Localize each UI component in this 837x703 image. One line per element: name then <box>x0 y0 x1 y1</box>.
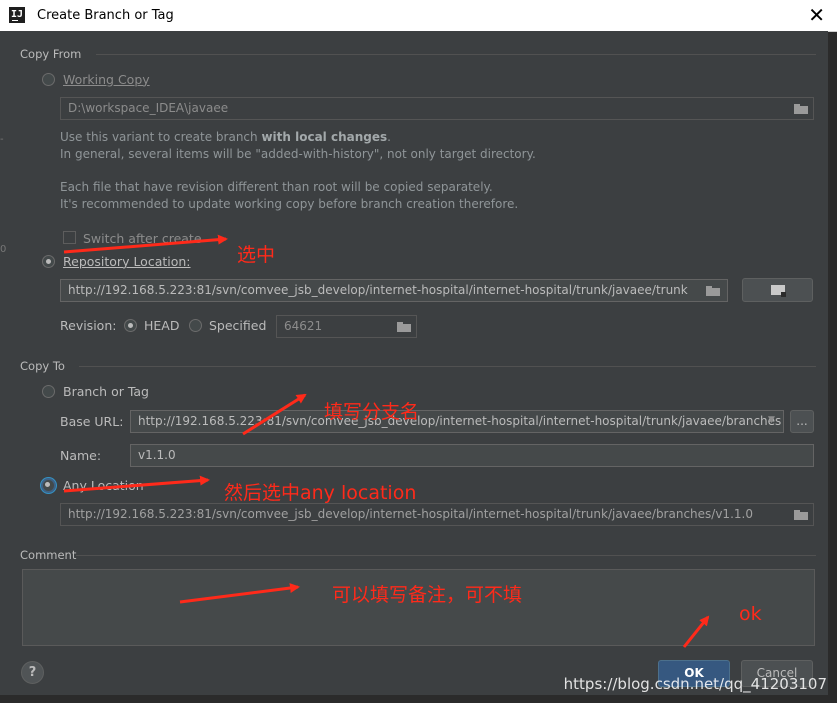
desc-text: . <box>387 130 391 144</box>
any-location-label: Any Location <box>63 478 144 493</box>
revision-specified-radio[interactable] <box>189 319 202 332</box>
desc-text: Use this variant to create branch <box>60 130 262 144</box>
base-url-combobox[interactable]: http://192.168.5.223:81/svn/comvee_jsb_d… <box>130 410 784 433</box>
csdn-watermark: https://blog.csdn.net/qq_41203107 <box>563 675 827 693</box>
switch-after-create-checkbox[interactable] <box>63 231 76 244</box>
any-location-radio[interactable] <box>41 478 56 493</box>
browse-repository-button[interactable] <box>742 278 813 302</box>
revision-head-label: HEAD <box>144 318 180 333</box>
copy-from-section-title: Copy From <box>20 47 82 61</box>
repository-browser-icon-badge <box>781 292 786 297</box>
repository-location-label: Repository Location: <box>63 254 191 269</box>
branch-name-input[interactable]: v1.1.0 <box>130 444 814 467</box>
branch-or-tag-radio[interactable] <box>42 385 55 398</box>
working-copy-description-line4: It's recommended to update working copy … <box>60 197 519 211</box>
folder-browse-icon[interactable] <box>397 322 411 332</box>
branch-or-tag-label: Branch or Tag <box>63 384 149 399</box>
comment-divider <box>76 555 816 556</box>
folder-browse-icon[interactable] <box>706 286 720 296</box>
bottom-strip <box>0 695 837 703</box>
working-copy-description-line2: In general, several items will be "added… <box>60 147 536 161</box>
copy-to-divider <box>79 366 816 367</box>
desc-bold-text: with local changes <box>261 130 388 144</box>
working-copy-description-line1: Use this variant to create branch with l… <box>60 130 391 144</box>
comment-section-title: Comment <box>20 548 77 562</box>
revision-number-field[interactable]: 64621 <box>276 315 417 338</box>
repository-location-radio[interactable] <box>42 255 55 268</box>
working-copy-radio[interactable] <box>42 73 55 86</box>
working-copy-label: Working Copy <box>63 72 150 87</box>
intellij-app-icon: IJ <box>9 7 25 23</box>
revision-label: Revision: <box>60 318 117 333</box>
any-location-url-field[interactable]: http://192.168.5.223:81/svn/comvee_jsb_d… <box>60 503 814 526</box>
background-editor-mark: 0 <box>0 244 7 255</box>
title-bar: IJ Create Branch or Tag ✕ <box>0 0 837 32</box>
annotation-ok: ok <box>739 603 762 625</box>
folder-browse-icon[interactable] <box>794 510 808 520</box>
background-editor-mark: - <box>0 134 4 145</box>
close-icon[interactable]: ✕ <box>808 3 825 27</box>
repository-url-field[interactable]: http://192.168.5.223:81/svn/comvee_jsb_d… <box>60 279 728 302</box>
working-copy-path-field[interactable]: D:\workspace_IDEA\javaee <box>60 97 814 120</box>
revision-specified-label: Specified <box>209 318 267 333</box>
chevron-down-icon[interactable]: ▼ <box>768 415 775 425</box>
copy-from-divider <box>96 54 816 55</box>
working-copy-description-line3: Each file that have revision different t… <box>60 180 493 194</box>
window-title: Create Branch or Tag <box>37 8 174 23</box>
annotation-comment-optional: 可以填写备注，可不填 <box>332 584 523 606</box>
base-url-label: Base URL: <box>60 414 124 429</box>
help-button[interactable]: ? <box>21 661 44 684</box>
revision-head-radio[interactable] <box>124 319 137 332</box>
copy-to-section-title: Copy To <box>20 359 65 373</box>
name-label: Name: <box>60 448 102 463</box>
switch-after-create-label: Switch after create <box>83 231 202 246</box>
folder-browse-icon[interactable] <box>794 104 808 114</box>
annotation-then-select-any-location: 然后选中any location <box>224 482 417 504</box>
base-url-more-button[interactable]: ... <box>790 410 814 433</box>
annotation-select: 选中 <box>237 244 276 266</box>
annotation-fill-branch-name: 填写分支名 <box>324 401 420 423</box>
background-editor-strip <box>0 31 9 703</box>
